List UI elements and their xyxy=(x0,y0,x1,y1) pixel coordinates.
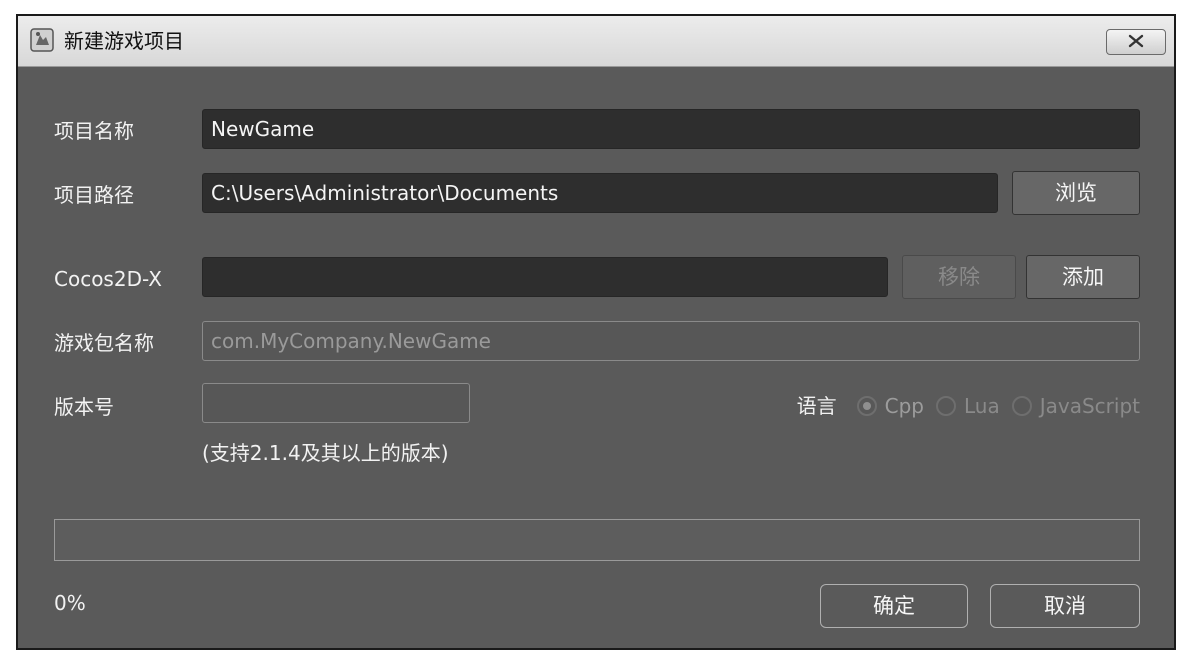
cancel-button[interactable]: 取消 xyxy=(990,584,1140,628)
package-name-label: 游戏包名称 xyxy=(54,331,154,355)
progress-text: 0% xyxy=(54,591,86,615)
title-bar: 新建游戏项目 xyxy=(18,16,1174,67)
progress-bar xyxy=(54,519,1140,561)
browse-button[interactable]: 浏览 xyxy=(1012,171,1140,215)
language-option-lua[interactable]: Lua xyxy=(936,394,1000,418)
version-input[interactable] xyxy=(202,383,470,423)
language-option-label: Lua xyxy=(964,394,1000,418)
window-title: 新建游戏项目 xyxy=(64,29,184,53)
close-button[interactable] xyxy=(1106,29,1166,55)
project-name-input[interactable]: NewGame xyxy=(202,109,1140,149)
radio-selected-icon xyxy=(856,396,877,416)
version-hint: (支持2.1.4及其以上的版本) xyxy=(202,441,449,465)
ok-button[interactable]: 确定 xyxy=(820,584,968,628)
radio-unselected-icon xyxy=(936,396,956,416)
language-option-label: JavaScript xyxy=(1039,394,1140,418)
add-button[interactable]: 添加 xyxy=(1026,255,1140,299)
cocos-app-icon xyxy=(30,28,54,52)
project-path-label: 项目路径 xyxy=(54,183,134,207)
language-option-javascript[interactable]: JavaScript xyxy=(1011,394,1140,418)
cocos2dx-label: Cocos2D-X xyxy=(54,267,162,291)
project-path-input[interactable]: C:\Users\Administrator\Documents xyxy=(202,173,998,213)
language-label: 语言 xyxy=(796,394,837,418)
language-group: 语言 Cpp Lua JavaScript xyxy=(797,393,1140,419)
language-option-cpp[interactable]: Cpp xyxy=(856,394,924,418)
project-name-label: 项目名称 xyxy=(54,119,134,143)
close-icon xyxy=(1127,33,1145,52)
package-name-input[interactable]: com.MyCompany.NewGame xyxy=(202,321,1140,361)
language-option-label: Cpp xyxy=(884,394,924,418)
cocos2dx-path-input[interactable] xyxy=(202,257,888,297)
remove-button[interactable]: 移除 xyxy=(902,255,1016,299)
new-game-project-dialog: 新建游戏项目 项目名称 NewGame 项目路径 C:\Users\Admini… xyxy=(16,14,1176,650)
version-label: 版本号 xyxy=(54,395,114,419)
radio-unselected-icon xyxy=(1011,396,1032,416)
